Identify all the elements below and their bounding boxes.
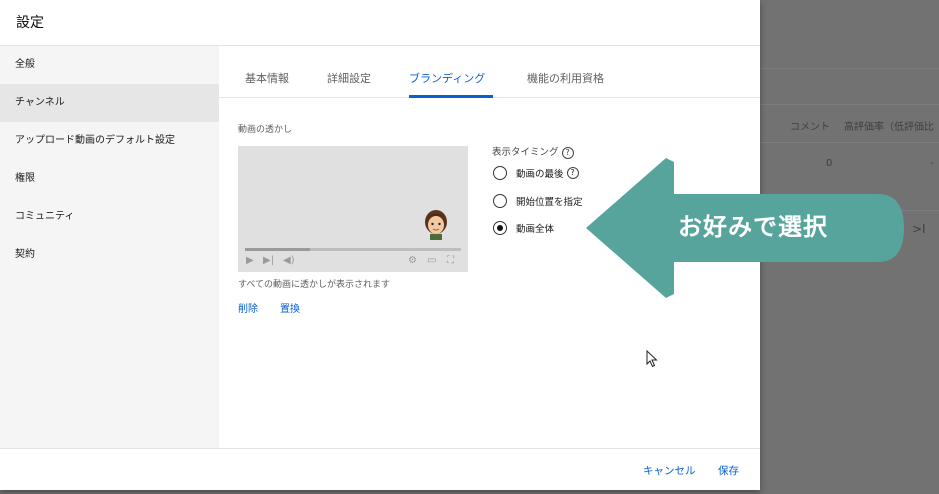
watermark-avatar-icon [425, 210, 447, 240]
timing-option-custom-start[interactable]: 開始位置を指定 [493, 194, 583, 208]
replace-watermark-button[interactable]: 置換 [280, 300, 300, 315]
timing-option-label: 開始位置を指定 [516, 197, 583, 208]
display-timing-label: 表示タイミング [492, 147, 559, 158]
annotation-text: お好みで選択 [678, 213, 828, 241]
tab-branding[interactable]: ブランディング [409, 70, 485, 86]
timing-option-label: 動画の最後 [516, 169, 564, 180]
help-icon[interactable]: ? [566, 167, 579, 179]
dialog-title: 設定 [16, 15, 44, 31]
save-button[interactable]: 保存 [718, 463, 739, 478]
dialog-footer: キャンセル 保存 [0, 448, 760, 490]
background-column-like-rate: 高評価率（低評価比 [844, 122, 934, 133]
active-tab-indicator [409, 95, 493, 98]
tab-feature-eligibility[interactable]: 機能の利用資格 [527, 70, 604, 86]
watermark-note: すべての動画に透かしが表示されます [238, 280, 391, 290]
timing-option-label: 動画全体 [516, 224, 555, 235]
sidebar-item-upload-defaults[interactable]: アップロード動画のデフォルト設定 [0, 122, 219, 160]
radio-button[interactable] [493, 166, 507, 180]
theater-mode-icon: ▭ [427, 255, 437, 266]
player-progress-bar [245, 248, 461, 251]
background-table-header: コメント 高評価率（低評価比 [790, 118, 939, 133]
settings-sidebar: 全般 チャンネル アップロード動画のデフォルト設定 権限 コミュニティ 契約 [0, 46, 219, 448]
last-page-button: >I [912, 222, 926, 236]
background-divider [760, 104, 939, 105]
channel-tabs: 基本情報 詳細設定 ブランディング 機能の利用資格 [219, 46, 760, 98]
sidebar-item-permissions[interactable]: 権限 [0, 160, 219, 198]
background-column-comments: コメント [790, 122, 830, 133]
watermark-section-label: 動画の透かし [238, 125, 293, 135]
sidebar-item-community[interactable]: コミュニティ [0, 198, 219, 236]
display-timing-title: 表示タイミング? [492, 144, 574, 159]
cancel-button[interactable]: キャンセル [643, 463, 696, 478]
timing-option-end-of-video[interactable]: 動画の最後 ? [493, 166, 579, 180]
remove-watermark-button[interactable]: 削除 [238, 300, 258, 315]
radio-button[interactable] [493, 194, 507, 208]
player-progress-fill [245, 248, 310, 251]
play-icon: ▶ [246, 255, 254, 266]
timing-option-entire-video[interactable]: 動画全体 [493, 221, 554, 235]
sidebar-item-channel[interactable]: チャンネル [0, 84, 219, 122]
background-divider [760, 142, 939, 143]
radio-button-selected[interactable] [493, 221, 507, 235]
fullscreen-icon: ⛶ [447, 255, 454, 266]
background-divider [760, 68, 939, 69]
dialog-header: 設定 [0, 0, 760, 46]
tab-basic-info[interactable]: 基本情報 [245, 70, 289, 86]
next-icon: ▶| [263, 255, 275, 266]
sidebar-item-agreements[interactable]: 契約 [0, 236, 219, 274]
help-icon[interactable]: ? [561, 146, 574, 159]
watermark-preview-player: ▶ ▶| ◀) ⚙ ▭ ⛶ [238, 146, 468, 272]
volume-icon: ◀) [283, 255, 295, 266]
background-like-rate: - [930, 158, 934, 169]
mouse-cursor-icon [646, 350, 658, 368]
sidebar-item-general[interactable]: 全般 [0, 46, 219, 84]
tab-advanced-settings[interactable]: 詳細設定 [327, 70, 371, 86]
settings-gear-icon: ⚙ [408, 255, 417, 266]
